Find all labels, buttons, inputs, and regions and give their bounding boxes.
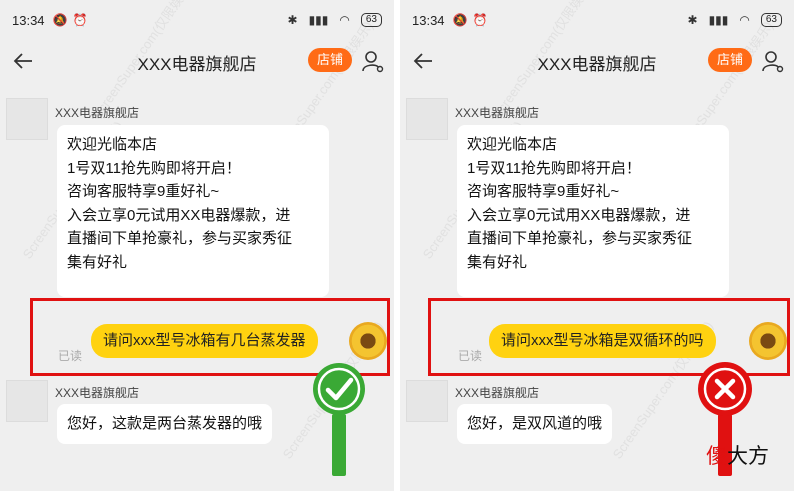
- message-line: 入会立享0元试用XX电器爆款，进: [67, 206, 291, 224]
- wifi-icon: ◠: [339, 13, 350, 27]
- bluetooth-icon: ✱: [687, 13, 698, 27]
- sender-name: XXX电器旗舰店: [55, 106, 140, 120]
- alarm-icon: ⏰: [72, 13, 88, 27]
- store-button[interactable]: 店铺: [708, 48, 752, 72]
- store-button[interactable]: 店铺: [308, 48, 352, 72]
- shop-avatar[interactable]: [6, 380, 48, 422]
- mute-icon: 🔕: [452, 13, 468, 27]
- battery-icon: 63: [360, 13, 382, 27]
- message-line: 咨询客服特享9重好礼~: [67, 183, 220, 200]
- bluetooth-icon: ✱: [287, 13, 298, 27]
- welcome-message: 欢迎光临本店 1号双11抢先购即将开启！ 咨询客服特享9重好礼~ 入会立享0元试…: [457, 125, 729, 297]
- shop-avatar[interactable]: [406, 380, 448, 422]
- logo-first-char: 傻: [706, 444, 727, 468]
- status-bar: 13:34 🔕 ⏰ ✱ ▮▮▮ ◠ 63: [0, 0, 394, 40]
- status-time: 13:34: [412, 12, 445, 28]
- message-line: 咨询客服特享9重好礼~: [467, 183, 620, 200]
- logo-rest: 大方: [727, 444, 769, 468]
- sender-name: XXX电器旗舰店: [55, 386, 140, 400]
- welcome-message: 欢迎光临本店 1号双11抢先购即将开启！ 咨询客服特享9重好礼~ 入会立享0元试…: [57, 125, 329, 297]
- checkmark-badge-icon: [313, 363, 365, 476]
- reply-message: 您好，这款是两台蒸发器的哦: [57, 404, 273, 444]
- message-line: 欢迎光临本店: [467, 136, 558, 153]
- signal-icon: ▮▮▮: [708, 13, 729, 27]
- wifi-icon: ◠: [739, 13, 750, 27]
- message-line: 直播间下单抢豪礼，参与买家秀征: [467, 230, 693, 247]
- user-settings-icon[interactable]: [760, 49, 784, 73]
- status-bar: 13:34 🔕 ⏰ ✱ ▮▮▮ ◠ 63: [400, 0, 794, 40]
- sender-name: XXX电器旗舰店: [455, 386, 540, 400]
- message-line: 欢迎光临本店: [67, 136, 158, 153]
- nav-bar: XXX电器旗舰店 店铺: [0, 40, 394, 84]
- battery-icon: 63: [760, 13, 782, 27]
- status-time: 13:34: [12, 12, 45, 28]
- shop-avatar[interactable]: [6, 98, 48, 140]
- reply-message: 您好，是双风道的哦: [457, 404, 613, 444]
- mute-icon: 🔕: [52, 13, 68, 27]
- nav-bar: XXX电器旗舰店 店铺: [400, 40, 794, 84]
- message-line: 1号双11抢先购即将开启！: [467, 159, 641, 177]
- message-line: 直播间下单抢豪礼，参与买家秀征: [67, 230, 293, 247]
- shop-avatar[interactable]: [406, 98, 448, 140]
- sender-name: XXX电器旗舰店: [455, 106, 540, 120]
- signal-icon: ▮▮▮: [308, 13, 329, 27]
- brand-logo: 傻大方: [706, 440, 769, 470]
- message-line: 入会立享0元试用XX电器爆款，进: [467, 206, 691, 224]
- message-line: 集有好礼: [467, 253, 528, 271]
- message-line: 集有好礼: [67, 253, 128, 271]
- message-line: 1号双11抢先购即将开启！: [67, 159, 241, 177]
- user-settings-icon[interactable]: [360, 49, 384, 73]
- alarm-icon: ⏰: [472, 13, 488, 27]
